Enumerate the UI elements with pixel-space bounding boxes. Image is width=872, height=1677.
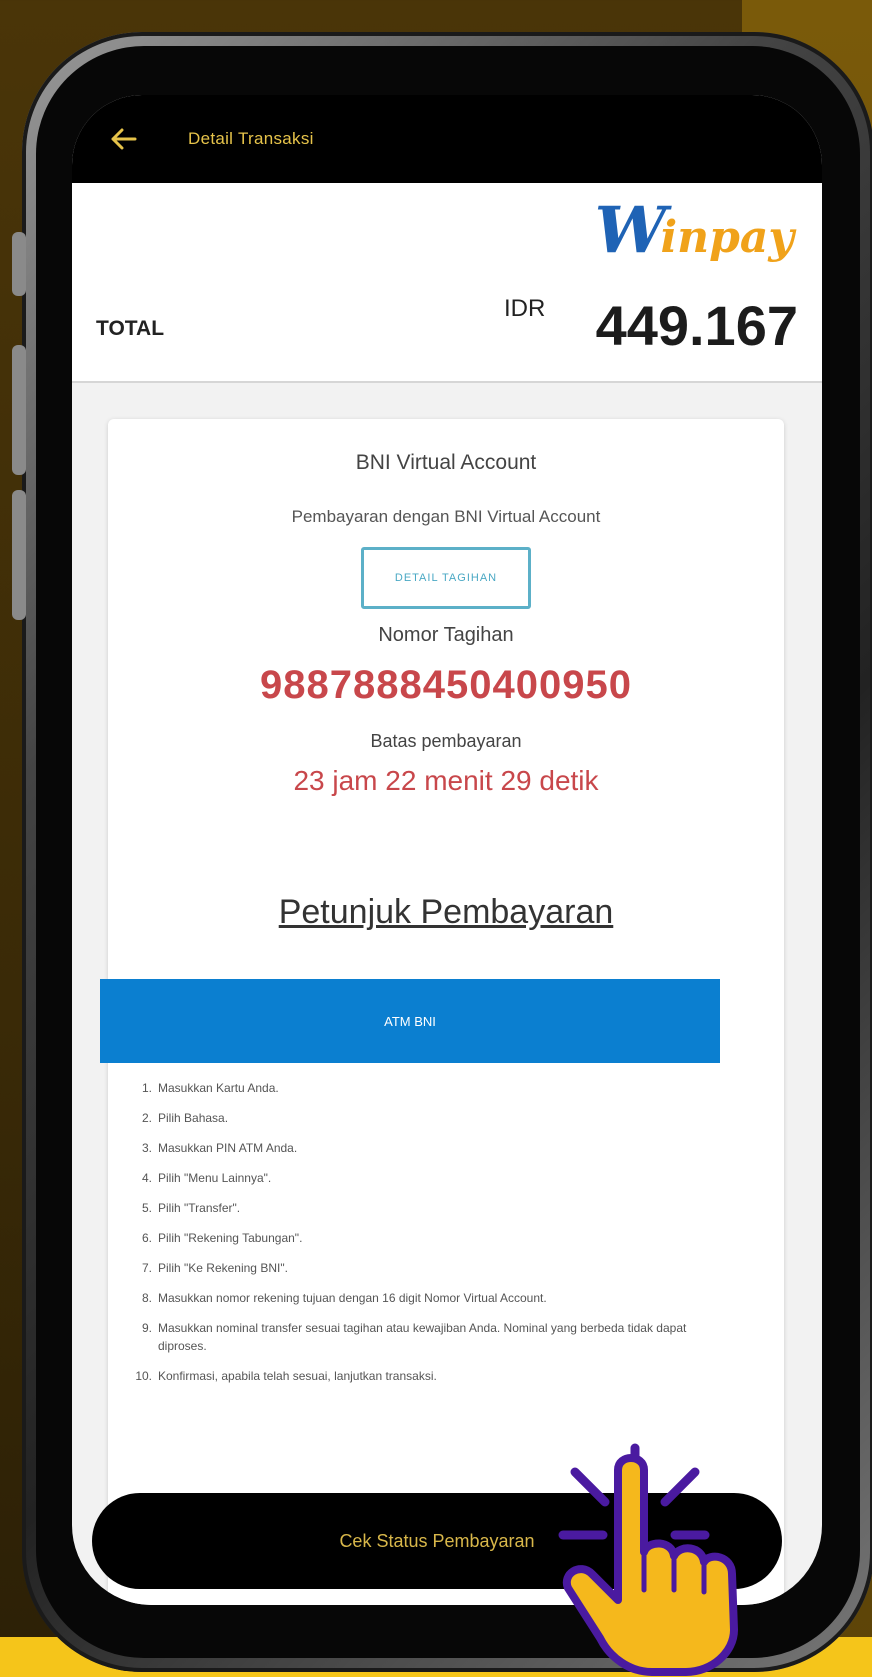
list-item: 5. Pilih "Transfer". — [141, 1201, 241, 1215]
phone-side-button — [12, 345, 26, 475]
instructions-title: Petunjuk Pembayaran — [278, 893, 614, 931]
list-item: 4. Pilih "Menu Lainnya". — [141, 1171, 272, 1185]
logo-text: inpay — [660, 212, 794, 263]
phone-side-button — [12, 490, 26, 620]
list-item: 8. Masukkan nomor rekening tujuan dengan … — [141, 1291, 547, 1305]
pointing-hand-icon — [562, 1454, 738, 1676]
total-label: TOTAL — [96, 317, 165, 340]
arrow-left-icon[interactable] — [108, 124, 138, 154]
payment-card: BNI Virtual Account Pembayaran dengan BN… — [100, 419, 784, 1605]
bill-number-label: Nomor Tagihan — [378, 624, 514, 646]
payment-method-title: BNI Virtual Account — [355, 451, 537, 474]
list-item: 3. Masukkan PIN ATM Anda. — [141, 1141, 298, 1155]
list-item: 9. Masukkan nominal transfer sesuai tagih… — [141, 1321, 687, 1353]
deadline-label: Batas pembayaran — [370, 731, 522, 751]
list-item: 10. Konfirmasi, apabila telah sesuai, lan… — [135, 1369, 437, 1383]
list-item: 2. Pilih Bahasa. — [141, 1111, 229, 1125]
tab-atm-bni[interactable]: ATM BNI — [100, 979, 720, 1063]
phone-side-button — [12, 232, 26, 296]
logo-letter-w: W — [594, 193, 667, 268]
total-amount: 449.167 — [595, 294, 798, 357]
countdown-timer: 23 jam 22 menit 29 detik — [293, 765, 599, 796]
payment-method-subtitle: Pembayaran dengan BNI Virtual Account — [291, 507, 601, 526]
logo-header: W inpay — [72, 183, 822, 273]
app-bar: Detail Transaksi — [72, 95, 822, 183]
instruction-steps: 1. Masukkan Kartu Anda. 2. Pilih Bahasa. 3… — [134, 1079, 734, 1397]
list-item: 6. Pilih "Rekening Tabungan". — [141, 1231, 303, 1245]
app-screen: Detail Transaksi W inpay TOTAL IDR 449.1… — [72, 95, 822, 1605]
list-item: 1. Masukkan Kartu Anda. — [141, 1081, 279, 1095]
list-item: 7. Pilih "Ke Rekening BNI". — [141, 1261, 288, 1275]
bill-number: 9887888450400950 — [260, 663, 632, 707]
detail-bill-button[interactable]: DETAIL TAGIHAN — [361, 547, 531, 609]
currency-label: IDR — [504, 295, 546, 322]
page-title: Detail Transaksi — [188, 129, 314, 148]
winpay-logo: W inpay — [595, 193, 794, 268]
total-summary: TOTAL IDR 449.167 — [72, 273, 822, 383]
